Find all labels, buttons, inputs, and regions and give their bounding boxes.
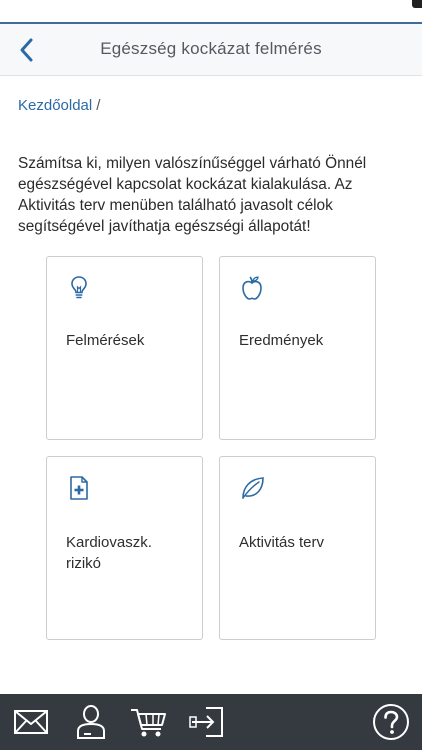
app-header: Egészség kockázat felmérés: [0, 22, 422, 76]
intro-text: Számítsa ki, milyen valószínűséggel várh…: [18, 155, 367, 235]
status-bar: [0, 0, 422, 20]
help-icon: [373, 704, 409, 740]
bottom-toolbar: [0, 694, 422, 750]
lightbulb-icon: [71, 276, 87, 299]
logout-icon: [189, 707, 223, 737]
tile-label: Felmérések: [66, 332, 145, 349]
tile-kardiovaszk-rizik[interactable]: Kardiovaszk. rizikó: [46, 456, 203, 640]
mail-button[interactable]: [10, 702, 52, 742]
tile-felmeresek[interactable]: Felmérések: [46, 256, 203, 440]
tile-aktivitas-terv[interactable]: Aktivitás terv: [219, 456, 376, 640]
breadcrumb-separator: /: [96, 97, 101, 114]
cart-icon: [131, 709, 166, 737]
user-icon: [77, 705, 105, 739]
page-title: Egészség kockázat felmérés: [100, 39, 322, 58]
apple-icon: [242, 276, 262, 300]
tile-label: Eredmények: [239, 332, 324, 349]
breadcrumb-home-link[interactable]: Kezdőoldal: [18, 97, 92, 114]
logout-button[interactable]: [186, 702, 228, 742]
cart-button[interactable]: [128, 702, 170, 742]
profile-button[interactable]: [70, 702, 112, 742]
mail-icon: [14, 710, 48, 734]
tile-label: Kardiovaszk. rizikó: [66, 534, 152, 572]
tile-eredmenyek[interactable]: Eredmények: [219, 256, 376, 440]
help-button[interactable]: [370, 702, 412, 742]
breadcrumb: Kezdőoldal /: [18, 97, 100, 114]
leaf-icon: [242, 477, 264, 499]
battery-icon: [412, 0, 422, 8]
medical-document-icon: [70, 476, 88, 500]
tile-label: Aktivitás terv: [239, 534, 325, 551]
